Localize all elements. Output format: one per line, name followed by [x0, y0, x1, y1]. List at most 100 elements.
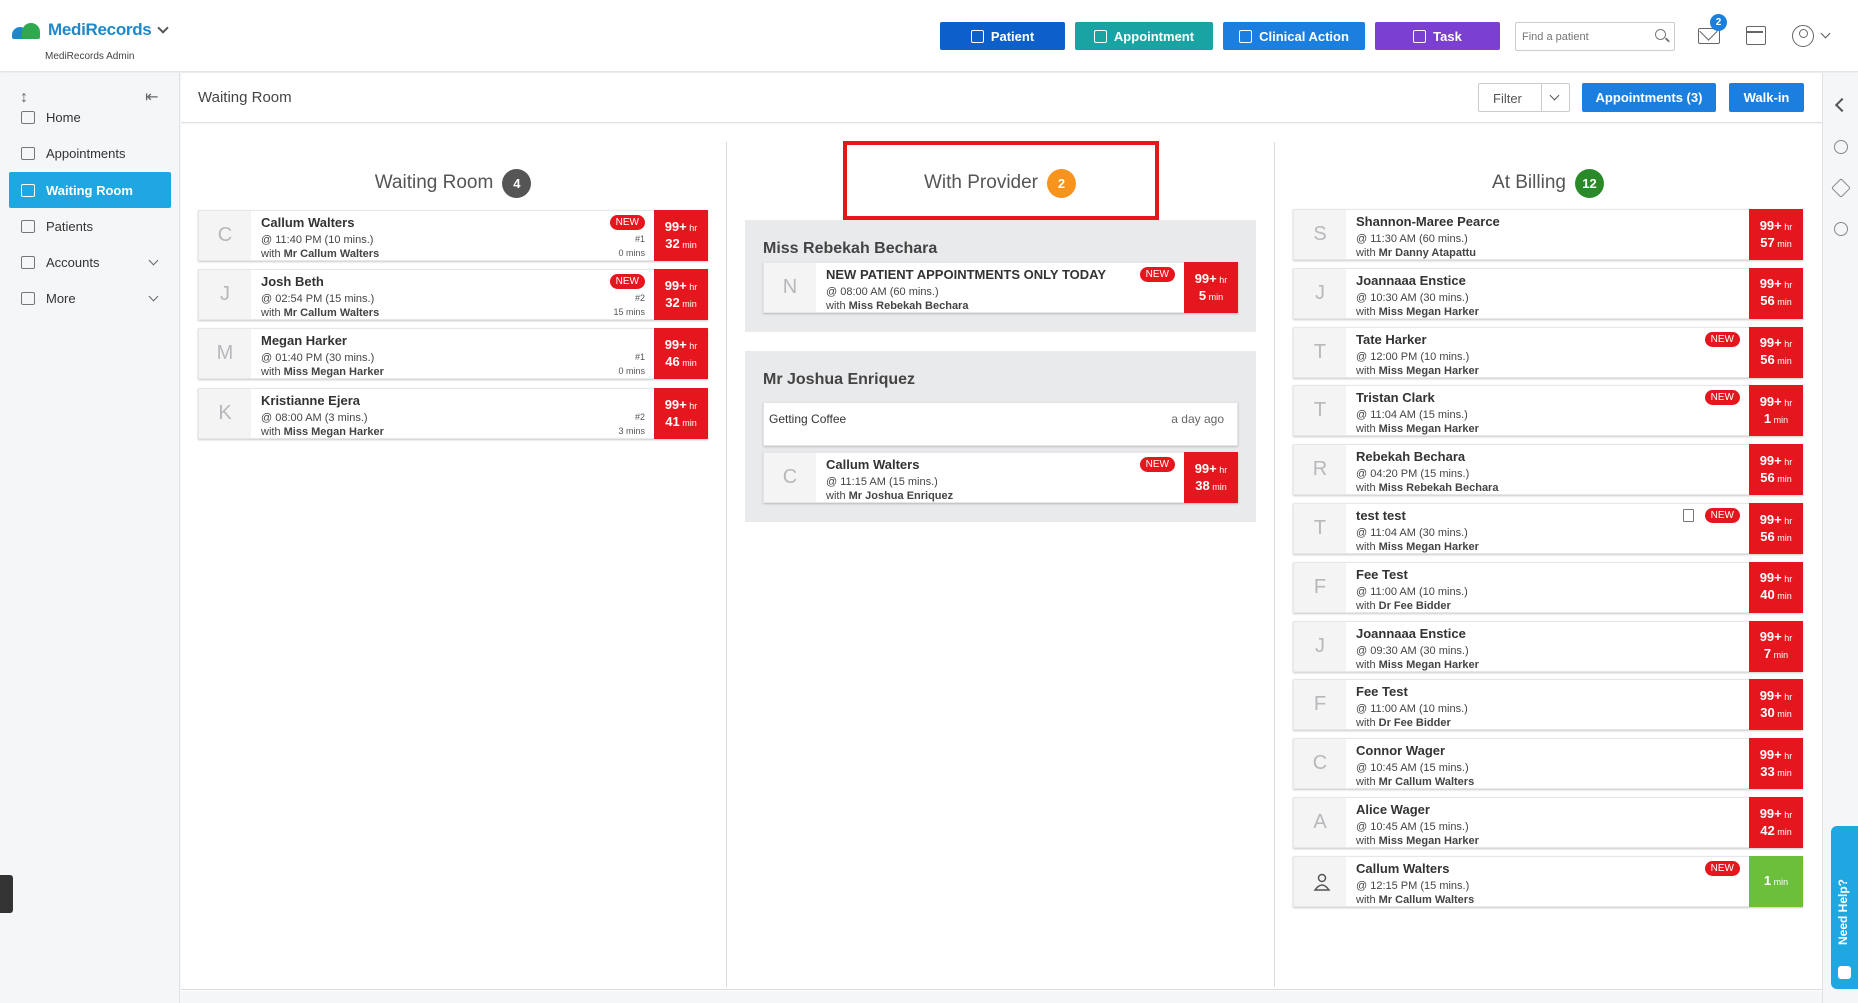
patient-name[interactable]: Tate Harker: [1356, 332, 1427, 347]
patient-name[interactable]: Callum Walters: [1356, 861, 1449, 876]
timer-hours: 99+ hr: [1760, 806, 1793, 823]
patient-card[interactable]: J Joannaaa Enstice @ 09:30 AM (30 mins.) wi…: [1293, 620, 1803, 672]
sidebar-item-label: Accounts: [46, 254, 100, 270]
wait-duration: 3 mins: [618, 426, 645, 436]
patient-card[interactable]: C Callum Walters @ 11:40 PM (10 mins.) with…: [198, 210, 708, 261]
patient-name[interactable]: Fee Test: [1356, 567, 1408, 582]
sidebar-item-more[interactable]: More: [9, 280, 171, 316]
patient-card[interactable]: T Tate Harker @ 12:00 PM (10 mins.) with Mi…: [1293, 326, 1803, 378]
highlight-box: [843, 141, 1159, 220]
timer-hours: 99+ hr: [1760, 335, 1793, 352]
patient-name[interactable]: Connor Wager: [1356, 743, 1445, 758]
waiting-room-column-title: Waiting Room: [374, 172, 494, 193]
provider-name: Miss Megan Harker: [1378, 541, 1479, 553]
provider-prefix: with: [1356, 482, 1379, 495]
patient-card[interactable]: J Joannaaa Enstice @ 10:30 AM (30 mins.) wi…: [1293, 267, 1803, 319]
pin-icon[interactable]: [1831, 178, 1851, 198]
provider-prefix: with: [1356, 835, 1379, 847]
patient-card[interactable]: S Shannon-Maree Pearce @ 11:30 AM (60 mins…: [1293, 209, 1803, 260]
walk-in-button[interactable]: Walk-in: [1729, 83, 1804, 112]
patient-name[interactable]: Fee Test: [1356, 684, 1408, 699]
calendar-icon[interactable]: [1746, 26, 1766, 45]
timer-hours-value: 99+: [1759, 393, 1782, 409]
sidebar-item-appointments[interactable]: Appointments: [9, 135, 171, 171]
appointment-time: @ 11:04 AM (15 mins.): [1356, 409, 1468, 422]
help-icon[interactable]: [1838, 966, 1851, 979]
appointment-time: @ 12:15 PM (15 mins.): [1356, 879, 1470, 892]
patient-name[interactable]: Rebekah Bechara: [1356, 449, 1465, 464]
chat-icon[interactable]: [1834, 140, 1848, 154]
search-icon[interactable]: [1655, 29, 1666, 40]
chevron-down-icon[interactable]: [148, 291, 159, 302]
patient-card[interactable]: Callum Walters @ 12:15 PM (15 mins.) with …: [1293, 855, 1803, 907]
patient-card[interactable]: A Alice Wager @ 10:45 AM (15 mins.) with Mi…: [1293, 797, 1803, 848]
provider-status-note[interactable]: Getting Coffee a day ago: [763, 402, 1238, 446]
patient-name[interactable]: Joannaaa Enstice: [1356, 273, 1466, 288]
patient-card[interactable]: J Josh Beth @ 02:54 PM (15 mins.) with Mr C…: [198, 269, 708, 320]
chevron-down-icon[interactable]: [1820, 28, 1831, 39]
timer-minutes: 30 min: [1760, 705, 1791, 722]
provider-prefix: with: [1356, 305, 1379, 318]
sidebar-item-label: Waiting Room: [46, 182, 133, 198]
patient-initial: N: [764, 263, 816, 312]
filter-dropdown[interactable]: Filter: [1478, 83, 1570, 112]
patient-search-input[interactable]: [1516, 23, 1646, 50]
patient-card[interactable]: Ttest test @ 11:04 AM (30 mins.) with Miss…: [1293, 503, 1803, 554]
new-task-button[interactable]: Task: [1375, 22, 1500, 50]
new-appointment-button[interactable]: Appointment: [1075, 22, 1213, 50]
note-text: Getting Coffee: [769, 412, 847, 426]
app-logo[interactable]: MediRecords: [12, 20, 170, 40]
patient-name[interactable]: Callum Walters: [261, 215, 354, 230]
at-icon[interactable]: [1834, 222, 1848, 236]
chevron-left-icon[interactable]: [1834, 97, 1850, 113]
provider-prefix: with: [261, 248, 284, 260]
side-drawer-tab[interactable]: [0, 875, 13, 913]
patient-card[interactable]: N NEW PATIENT APPOINTMENTS ONLY TODAY @ 08…: [763, 262, 1238, 313]
patient-search[interactable]: [1515, 22, 1675, 51]
appointment-time: @ 08:00 AM (3 mins.): [261, 412, 368, 424]
user-avatar-icon[interactable]: [1792, 25, 1814, 47]
patient-card[interactable]: R Rebekah Bechara @ 04:20 PM (15 mins.) wit…: [1293, 444, 1803, 496]
patient-name[interactable]: Alice Wager: [1356, 802, 1430, 817]
patient-card[interactable]: K Kristianne Ejera @ 08:00 AM (3 mins.) wit…: [198, 388, 708, 439]
provider-line: with Dr Fee Bidder: [1356, 600, 1451, 612]
patient-name[interactable]: Josh Beth: [261, 274, 324, 289]
patient-name[interactable]: Kristianne Ejera: [261, 393, 360, 408]
patient-card[interactable]: M Megan Harker @ 01:40 PM (30 mins.) with M…: [198, 328, 708, 379]
appointment-time: @ 11:04 AM (30 mins.): [1356, 527, 1468, 539]
chevron-down-icon[interactable]: [148, 255, 159, 266]
patient-name[interactable]: NEW PATIENT APPOINTMENTS ONLY TODAY: [826, 267, 1106, 282]
board-bottom-border: [181, 989, 1822, 990]
timer-minutes-value: 33: [1760, 763, 1775, 779]
timer-minutes-value: 32: [665, 235, 680, 251]
appointments-button[interactable]: Appointments (3): [1582, 83, 1716, 112]
timer-hours-unit: hr: [686, 340, 698, 351]
new-patient-button[interactable]: Patient: [940, 22, 1065, 50]
clinical-action-button[interactable]: Clinical Action: [1223, 22, 1365, 50]
document-icon[interactable]: [1683, 509, 1694, 522]
patient-name[interactable]: test test: [1356, 508, 1406, 523]
patient-name[interactable]: Shannon-Maree Pearce: [1356, 214, 1500, 229]
timer-hours-value: 99+: [664, 396, 687, 412]
patient-card[interactable]: C Connor Wager @ 10:45 AM (15 mins.) with M…: [1293, 738, 1803, 790]
patient-name[interactable]: Megan Harker: [261, 333, 347, 348]
patient-name[interactable]: Callum Walters: [826, 457, 919, 472]
patient-name[interactable]: Joannaaa Enstice: [1356, 626, 1466, 641]
need-help-label[interactable]: Need Help?: [1836, 879, 1850, 945]
patient-card[interactable]: C Callum Walters @ 11:15 AM (15 mins.) with…: [763, 452, 1238, 503]
patient-card[interactable]: F Fee Test @ 11:00 AM (10 mins.) with Dr Fe…: [1293, 561, 1803, 613]
timer-minutes: 33 min: [1760, 764, 1791, 781]
patient-card[interactable]: F Fee Test @ 11:00 AM (10 mins.) with Dr Fe…: [1293, 679, 1803, 731]
sidebar-item-patients[interactable]: Patients: [9, 208, 171, 244]
patient-card[interactable]: T Tristan Clark @ 11:04 AM (15 mins.) with …: [1293, 385, 1803, 437]
chevron-down-icon[interactable]: [1549, 90, 1560, 101]
sidebar-item-waiting-room[interactable]: Waiting Room: [9, 172, 171, 208]
provider-line: with Mr Callum Walters: [1356, 894, 1474, 906]
timer-hours-unit: hr: [1781, 691, 1793, 702]
timer-hours: 99+ hr: [665, 278, 698, 295]
patient-name[interactable]: Tristan Clark: [1356, 390, 1435, 405]
sidebar-item-home[interactable]: Home: [9, 99, 171, 135]
provider-line: with Miss Rebekah Bechara: [1356, 482, 1498, 494]
sidebar-item-accounts[interactable]: Accounts: [9, 244, 171, 280]
chevron-down-icon[interactable]: [157, 21, 170, 34]
